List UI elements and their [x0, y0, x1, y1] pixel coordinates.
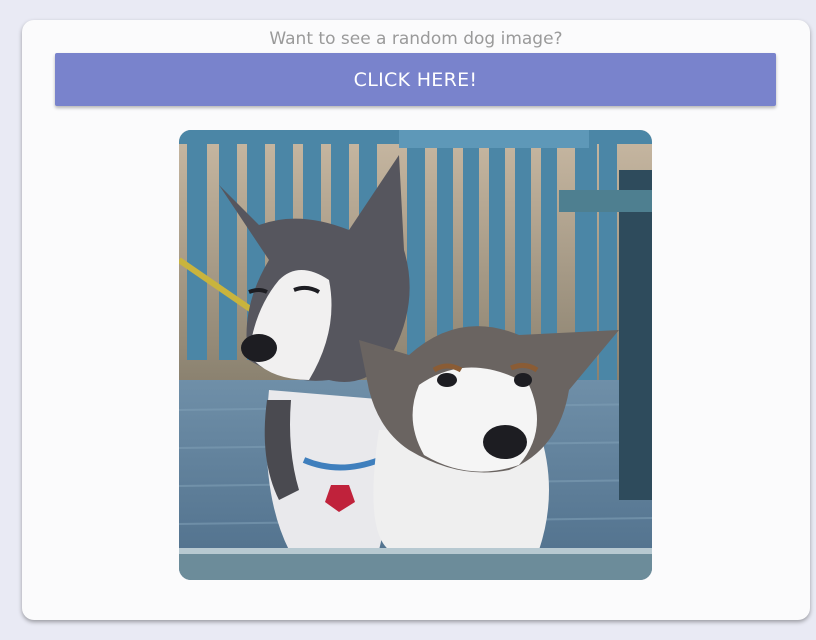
- dog-photo: [179, 130, 652, 580]
- dog-card: Want to see a random dog image? CLICK HE…: [22, 20, 810, 620]
- random-dog-button[interactable]: CLICK HERE!: [55, 53, 776, 106]
- prompt-text: Want to see a random dog image?: [269, 29, 563, 49]
